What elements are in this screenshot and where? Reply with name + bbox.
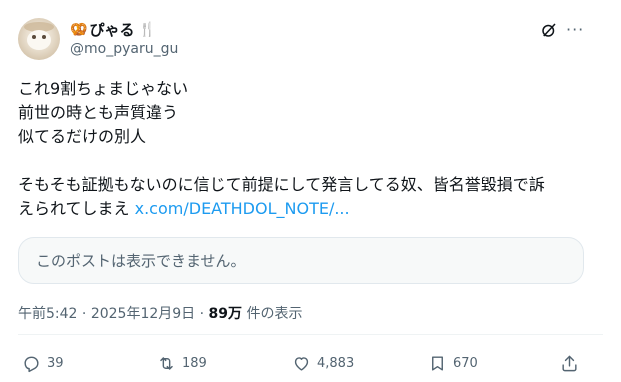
post-line: 似てるだけの別人 [18, 127, 147, 146]
quoted-post-unavailable: このポストは表示できません。 [18, 237, 584, 284]
bookmark-button[interactable]: 670 [428, 350, 478, 376]
share-icon [562, 355, 577, 371]
post-meta: 午前5:42 · 2025年12月9日 · 89万 件の表示 [18, 303, 302, 323]
meta-separator: · [195, 306, 209, 322]
heart-icon [294, 356, 309, 371]
post-link[interactable]: x.com/DEATHDOL_NOTE/... [135, 199, 350, 218]
post-line-last: えられてしまえ x.com/DEATHDOL_NOTE/... [18, 197, 598, 221]
grok-icon[interactable] [540, 21, 558, 39]
bookmark-count: 670 [453, 355, 478, 371]
bookmark-icon [432, 355, 443, 371]
pretzel-emoji-icon: 🥨 [70, 21, 88, 38]
avatar[interactable] [18, 18, 60, 60]
post-line: えられてしまえ [18, 199, 130, 218]
display-name[interactable]: ぴゃる [89, 19, 134, 40]
repost-count: 189 [182, 355, 207, 371]
fork-knife-emoji-icon: 🍴 [138, 21, 156, 38]
post-line: 前世の時とも声質違う [18, 103, 179, 122]
post-line: そもそも証拠もないのに信じて前提にして発言してる奴、皆名誉毀損で訴 [18, 175, 545, 194]
quote-unavailable-text: このポストは表示できません。 [36, 252, 246, 270]
share-button[interactable] [560, 350, 579, 376]
action-bar: 39 189 4,883 670 [18, 350, 584, 376]
post-date[interactable]: 2025年12月9日 [91, 306, 195, 322]
like-count: 4,883 [317, 355, 355, 371]
user-handle[interactable]: @mo_pyaru_gu [70, 41, 178, 57]
more-options-icon[interactable]: ··· [566, 20, 584, 39]
author-name-row[interactable]: 🥨 ぴゃる 🍴 [70, 19, 156, 40]
post-time[interactable]: 午前5:42 [18, 306, 77, 322]
like-button[interactable]: 4,883 [292, 350, 354, 376]
post-line-blank [18, 149, 598, 173]
views-label: 件の表示 [242, 306, 303, 322]
repost-button[interactable]: 189 [157, 350, 207, 376]
views-count[interactable]: 89万 [209, 306, 242, 322]
meta-separator: · [77, 306, 91, 322]
repost-icon [160, 356, 173, 370]
reply-button[interactable]: 39 [22, 350, 64, 376]
post-text: これ9割ちょまじゃない 前世の時とも声質違う 似てるだけの別人 そもそも証拠もな… [18, 77, 598, 221]
post-line: これ9割ちょまじゃない [18, 79, 189, 98]
reply-count: 39 [47, 355, 64, 371]
divider [18, 334, 603, 335]
reply-icon [24, 356, 39, 372]
